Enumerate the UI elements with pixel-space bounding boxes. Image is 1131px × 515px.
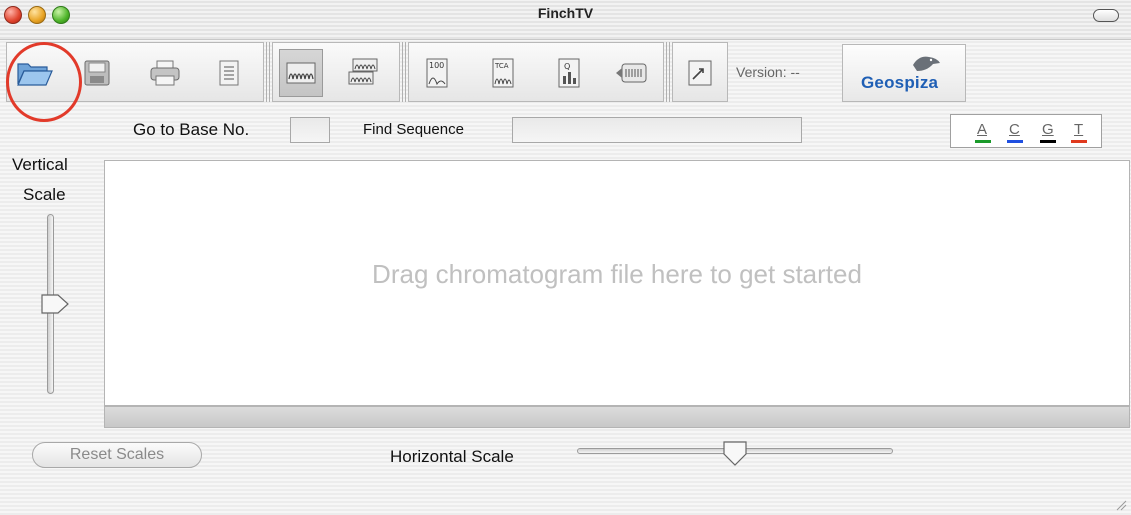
geospiza-button[interactable]: Geospiza <box>842 44 966 102</box>
bar-chart-icon: Q <box>558 58 580 88</box>
stacked-chromatogram-icon <box>348 58 378 85</box>
find-sequence-label: Find Sequence <box>363 121 464 138</box>
export-button[interactable] <box>678 49 722 97</box>
toolbar-toggle-button[interactable] <box>1093 9 1119 22</box>
base-c-toggle[interactable]: C <box>1009 121 1020 138</box>
finchtv-window: FinchTV 100 TCA Q Version: -- Geospiza G… <box>0 0 1131 515</box>
document-lines-icon <box>219 60 239 86</box>
version-label: Version: -- <box>736 64 800 80</box>
scroll-icon <box>616 63 647 83</box>
base-c-color <box>1007 140 1023 143</box>
horizontal-scrollbar[interactable] <box>104 406 1130 428</box>
sequence-text-button[interactable] <box>207 49 251 97</box>
single-view-button[interactable] <box>279 49 323 97</box>
printer-icon <box>150 60 180 86</box>
find-sequence-input[interactable] <box>512 117 802 143</box>
vertical-scale-label-line2: Scale <box>23 185 66 204</box>
geospiza-logo: Geospiza <box>861 73 939 92</box>
resize-grip-icon[interactable] <box>1115 499 1127 511</box>
chromatogram-drop-area[interactable]: Drag chromatogram file here to get start… <box>104 160 1130 406</box>
tca-chromatogram-icon: TCA <box>492 58 514 88</box>
toolbar-separator <box>402 42 406 102</box>
quality-100-button[interactable]: 100 <box>415 49 459 97</box>
go-to-base-label: Go to Base No. <box>133 120 250 139</box>
tca-button[interactable]: TCA <box>481 49 525 97</box>
highlight-circle <box>6 42 82 122</box>
save-button[interactable] <box>75 49 119 97</box>
analysis-button-group: 100 TCA Q <box>408 42 664 102</box>
toolbar-separator <box>666 42 670 102</box>
toolbar-separator <box>266 42 270 102</box>
svg-text:100: 100 <box>429 61 444 70</box>
base-a-color <box>975 140 991 143</box>
reset-scales-button[interactable]: Reset Scales <box>32 442 202 468</box>
base-g-color <box>1040 140 1056 143</box>
export-arrow-icon <box>688 60 712 86</box>
base-a-toggle[interactable]: A <box>977 121 987 138</box>
view-button-group <box>272 42 400 102</box>
peak-100-icon: 100 <box>426 58 448 88</box>
base-legend: A C G T <box>950 114 1102 148</box>
vertical-scale-label: Vertical Scale <box>12 150 102 210</box>
base-g-toggle[interactable]: G <box>1042 121 1054 138</box>
base-t-toggle[interactable]: T <box>1074 121 1083 138</box>
floppy-disk-icon <box>84 60 110 86</box>
export-button-group <box>672 42 728 102</box>
vertical-scale-label-line1: Vertical <box>12 155 68 174</box>
print-button[interactable] <box>143 49 187 97</box>
horizontal-scale-thumb[interactable] <box>722 440 748 468</box>
drop-placeholder-text: Drag chromatogram file here to get start… <box>372 259 862 289</box>
svg-text:Q: Q <box>564 62 570 71</box>
title-bar: FinchTV <box>0 0 1131 40</box>
vertical-scale-thumb[interactable] <box>40 293 70 315</box>
go-to-base-input[interactable] <box>290 117 330 143</box>
chromatogram-icon <box>286 62 316 84</box>
quality-values-button[interactable]: Q <box>547 49 591 97</box>
svg-text:TCA: TCA <box>494 62 509 70</box>
window-title: FinchTV <box>537 5 594 21</box>
base-t-color <box>1071 140 1087 143</box>
horizontal-scale-label: Horizontal Scale <box>390 447 514 466</box>
multi-view-button[interactable] <box>341 49 385 97</box>
scroll-sequence-button[interactable] <box>609 49 653 97</box>
finch-bird-icon <box>913 56 940 71</box>
